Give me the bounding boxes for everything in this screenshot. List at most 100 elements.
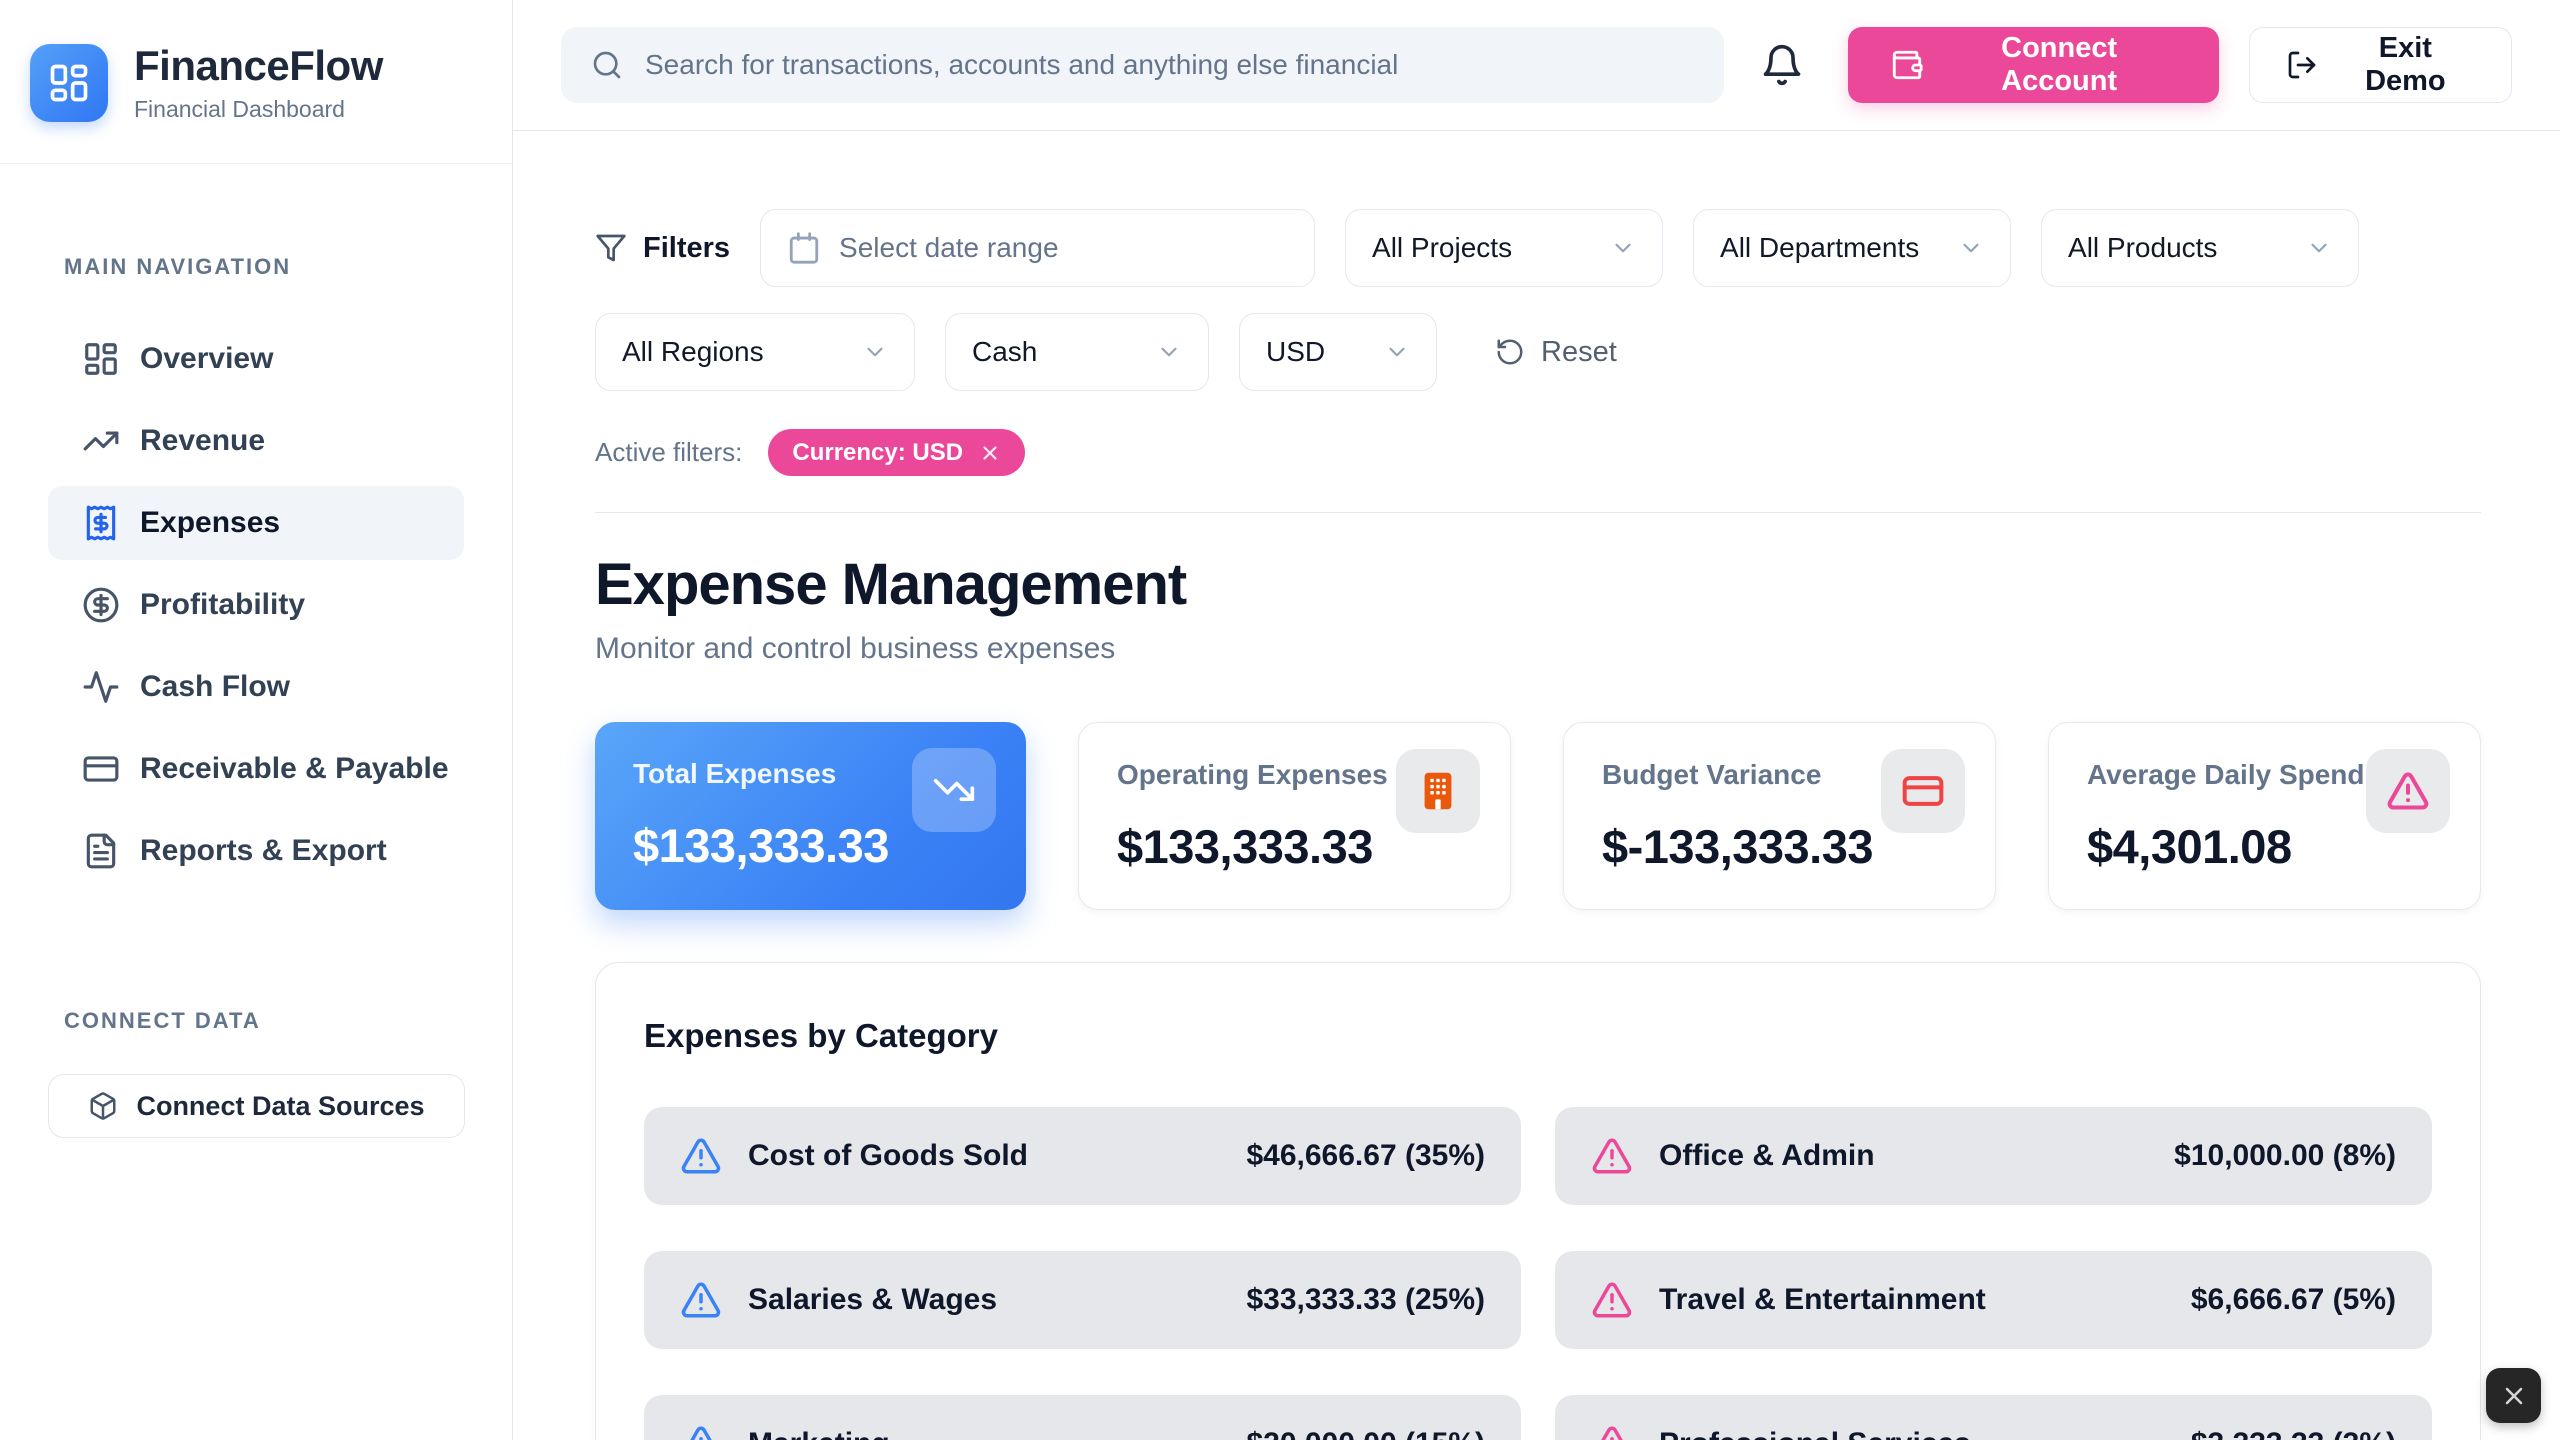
category-item-travel-entertainment: Travel & Entertainment $6,666.67 (5%) [1555, 1251, 2432, 1349]
rotate-ccw-icon [1495, 337, 1525, 367]
exit-demo-button[interactable]: Exit Demo [2249, 27, 2512, 103]
category-value: $33,333.33 (25%) [1246, 1283, 1485, 1317]
activity-icon [82, 668, 120, 706]
connect-data-heading: CONNECT DATA [0, 1008, 512, 1034]
nav-section-heading: MAIN NAVIGATION [0, 254, 512, 280]
notifications-button[interactable] [1760, 37, 1807, 93]
dashboard-icon [82, 340, 120, 378]
sidebar-item-expenses[interactable]: Expenses [48, 486, 464, 560]
reset-filters-button[interactable]: Reset [1495, 336, 1617, 369]
expenses-by-category-card: Expenses by Category Cost of Goods Sold … [595, 962, 2481, 1440]
active-filter-chip-label: Currency: USD [792, 439, 963, 467]
remove-filter-icon[interactable] [979, 442, 1001, 464]
reset-label: Reset [1541, 336, 1617, 369]
category-label: Salaries & Wages [748, 1283, 997, 1317]
products-select-value: All Products [2068, 232, 2217, 264]
sidebar-item-label: Overview [140, 342, 273, 376]
app-title: FinanceFlow [134, 42, 383, 90]
category-value: $10,000.00 (8%) [2174, 1139, 2396, 1173]
sidebar-item-label: Receivable & Payable [140, 752, 449, 786]
active-filter-chip: Currency: USD [768, 429, 1025, 476]
sidebar-item-label: Expenses [140, 506, 280, 540]
stat-card-average-daily-spend: Average Daily Spend $4,301.08 [2048, 722, 2481, 910]
page-title: Expense Management [595, 551, 2481, 618]
filter-funnel-icon [595, 232, 627, 264]
building-icon [1396, 749, 1480, 833]
basis-select-value: Cash [972, 336, 1037, 368]
category-label: Marketing [748, 1427, 890, 1440]
trending-up-icon [82, 422, 120, 460]
products-select[interactable]: All Products [2041, 209, 2359, 287]
category-label: Office & Admin [1659, 1139, 1875, 1173]
calendar-icon [787, 231, 821, 265]
chevron-down-icon [2306, 235, 2332, 261]
chevron-down-icon [1610, 235, 1636, 261]
connect-account-button[interactable]: Connect Account [1848, 27, 2219, 103]
app-tagline: Financial Dashboard [134, 96, 383, 123]
filters-row-2: All Regions Cash USD [595, 313, 2481, 391]
sidebar-item-profitability[interactable]: Profitability [48, 568, 464, 642]
brand-logo [30, 44, 108, 122]
close-overlay-button[interactable] [2486, 1368, 2541, 1423]
category-grid: Cost of Goods Sold $46,666.67 (35%) Offi… [644, 1107, 2432, 1440]
alert-triangle-icon [680, 1135, 722, 1177]
sidebar-item-label: Revenue [140, 424, 265, 458]
sidebar-item-receivable-payable[interactable]: Receivable & Payable [48, 732, 464, 806]
log-out-icon [2286, 49, 2318, 81]
section-divider [595, 512, 2481, 513]
exit-demo-label: Exit Demo [2336, 32, 2475, 98]
category-label: Professional Services [1659, 1427, 1971, 1440]
projects-select[interactable]: All Projects [1345, 209, 1663, 287]
departments-select-value: All Departments [1720, 232, 1919, 264]
connect-account-label: Connect Account [1942, 32, 2177, 98]
chevron-down-icon [1384, 339, 1410, 365]
sidebar-item-label: Profitability [140, 588, 305, 622]
category-value: $6,666.67 (5%) [2191, 1283, 2396, 1317]
sidebar-item-overview[interactable]: Overview [48, 322, 464, 396]
projects-select-value: All Projects [1372, 232, 1512, 264]
filters-row-1: Filters Select date range All Projects A… [595, 209, 2481, 287]
departments-select[interactable]: All Departments [1693, 209, 2011, 287]
basis-select[interactable]: Cash [945, 313, 1209, 391]
category-item-professional-services: Professional Services $3,333.33 (3%) [1555, 1395, 2432, 1440]
close-icon [2500, 1382, 2528, 1410]
chevron-down-icon [862, 339, 888, 365]
stat-card-operating-expenses: Operating Expenses $133,333.33 [1078, 722, 1511, 910]
alert-triangle-icon [680, 1279, 722, 1321]
stat-card-total-expenses: Total Expenses $133,333.33 [595, 722, 1026, 910]
search-input[interactable] [645, 49, 1694, 81]
category-value: $20,000.00 (15%) [1246, 1427, 1485, 1440]
dashboard-icon [47, 61, 91, 105]
date-range-input[interactable]: Select date range [760, 209, 1315, 287]
chevron-down-icon [1958, 235, 1984, 261]
alert-triangle-icon [1591, 1135, 1633, 1177]
file-text-icon [82, 832, 120, 870]
bell-icon [1760, 43, 1807, 87]
alert-triangle-icon [680, 1423, 722, 1440]
credit-card-icon [1881, 749, 1965, 833]
active-filters-label: Active filters: [595, 437, 742, 468]
sidebar-item-revenue[interactable]: Revenue [48, 404, 464, 478]
circle-dollar-icon [82, 586, 120, 624]
category-item-marketing: Marketing $20,000.00 (15%) [644, 1395, 1521, 1440]
topbar: Connect Account Exit Demo [513, 0, 2560, 131]
alert-triangle-icon [1591, 1279, 1633, 1321]
receipt-icon [82, 504, 120, 542]
alert-triangle-icon [1591, 1423, 1633, 1440]
currency-select-value: USD [1266, 336, 1325, 368]
category-label: Cost of Goods Sold [748, 1139, 1028, 1173]
regions-select[interactable]: All Regions [595, 313, 915, 391]
currency-select[interactable]: USD [1239, 313, 1437, 391]
category-item-cost-of-goods-sold: Cost of Goods Sold $46,666.67 (35%) [644, 1107, 1521, 1205]
category-value: $3,333.33 (3%) [2191, 1427, 2396, 1440]
connect-data-sources-button[interactable]: Connect Data Sources [48, 1074, 465, 1138]
sidebar-item-cash-flow[interactable]: Cash Flow [48, 650, 464, 724]
stat-cards-row: Total Expenses $133,333.33 Operating Exp… [595, 722, 2481, 910]
main-navigation: Overview Revenue Expenses Profitability … [0, 322, 512, 888]
search-box [561, 27, 1724, 103]
sidebar-item-reports-export[interactable]: Reports & Export [48, 814, 464, 888]
search-icon [591, 49, 623, 81]
content-area: Filters Select date range All Projects A… [513, 131, 2560, 1440]
sidebar-item-label: Cash Flow [140, 670, 290, 704]
active-filters-row: Active filters: Currency: USD [595, 429, 2481, 476]
